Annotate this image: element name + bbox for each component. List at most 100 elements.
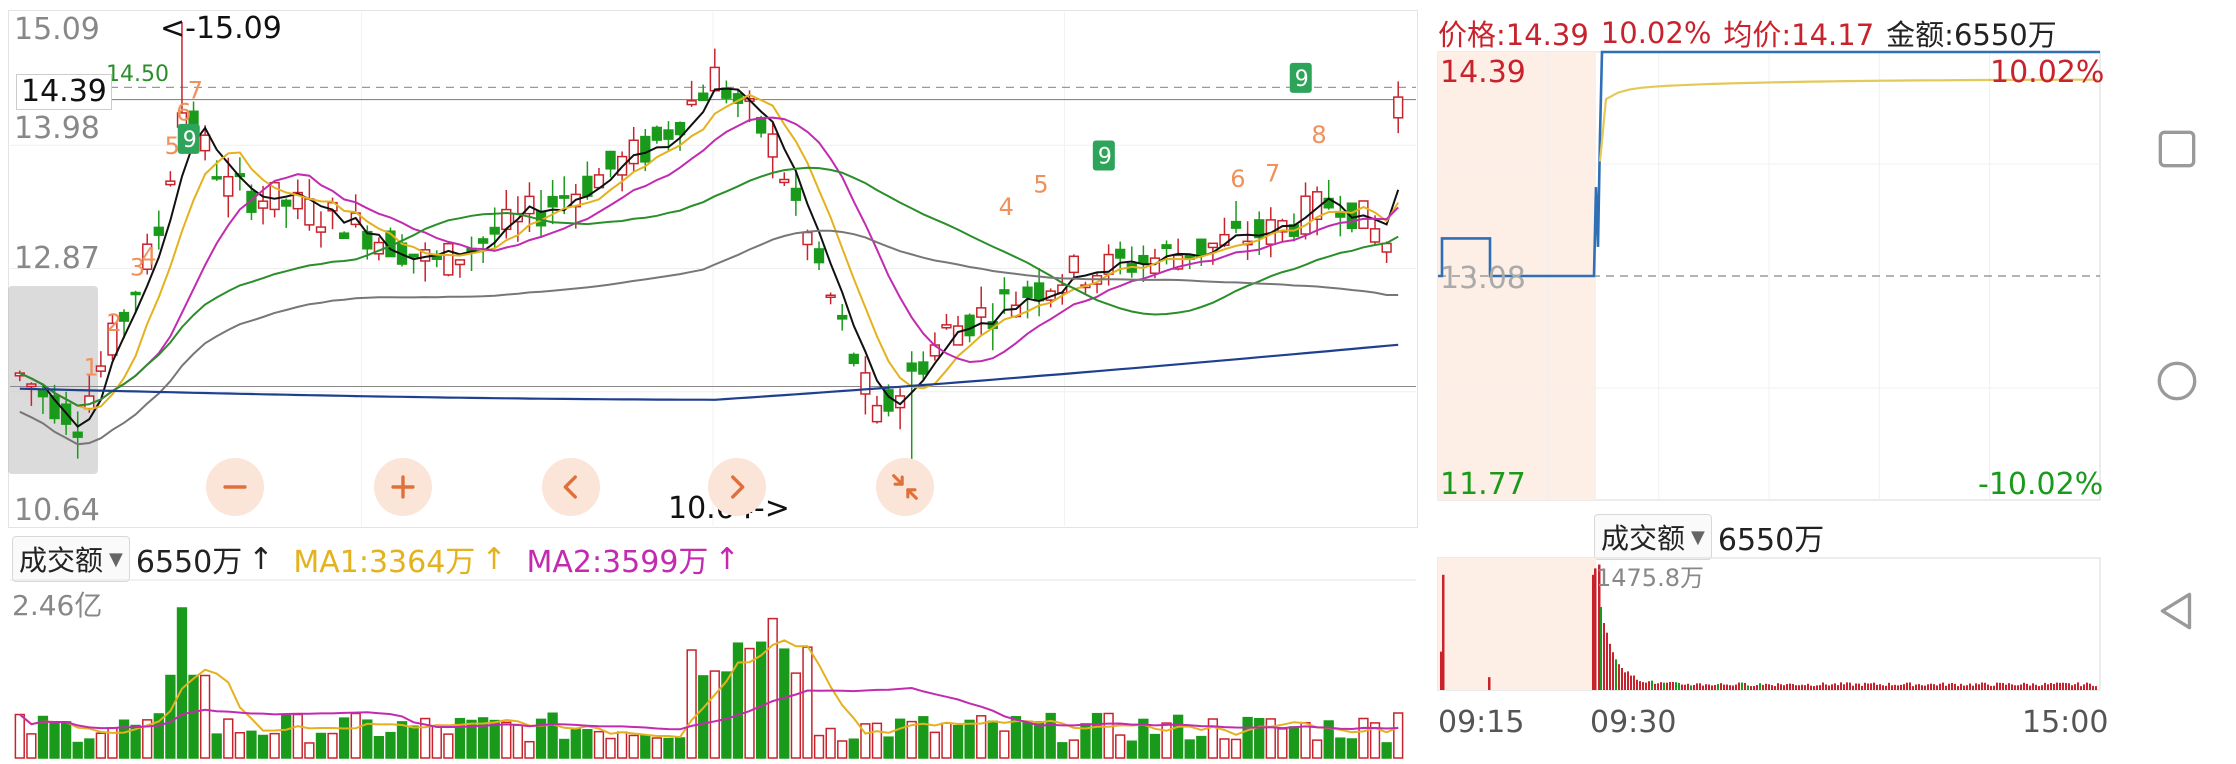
intraday-volume-bar: [1867, 683, 1869, 690]
volume-bar: [1230, 738, 1242, 759]
candle-body: [698, 92, 709, 102]
intraday-volume-bar: [1488, 677, 1491, 690]
intraday-volume-bar: [1765, 683, 1767, 690]
intraday-volume-bar: [1843, 684, 1845, 690]
volume-bar: [1335, 737, 1346, 759]
intraday-volume-bar: [1795, 685, 1797, 690]
zoom-out-button[interactable]: [206, 458, 264, 516]
candle-body: [1161, 244, 1172, 250]
intraday-volume-bar: [1837, 685, 1839, 690]
intraday-volume-bar: [1771, 685, 1773, 690]
intraday-chart[interactable]: [1436, 50, 2102, 510]
volume-bar: [95, 732, 107, 759]
volume-bar: [605, 737, 616, 759]
candle-body: [26, 383, 37, 388]
intraday-base-price: 13.08: [1440, 261, 1526, 296]
intraday-volume-bar: [1621, 667, 1623, 690]
intraday-volume-bar: [1990, 685, 1992, 690]
intraday-volume-chart[interactable]: [1436, 556, 2102, 696]
tag-nine: 9: [1295, 67, 1309, 92]
sequence-tag: 6: [1230, 165, 1245, 193]
intraday-volume-bar: [2050, 683, 2052, 690]
candle-body: [443, 242, 454, 276]
volume-bar: [1161, 722, 1172, 759]
recent-apps-button[interactable]: [2152, 124, 2202, 178]
volume-bar: [1033, 721, 1045, 759]
candle-body: [338, 232, 350, 239]
intraday-volume-bar: [2029, 685, 2031, 690]
intraday-volume-bar: [1936, 685, 1938, 690]
intraday-volume-bar: [2059, 682, 2061, 690]
volume-bar: [234, 732, 246, 759]
volume-bar: [929, 731, 941, 759]
home-button[interactable]: [2152, 356, 2202, 410]
volume-bar: [999, 730, 1010, 759]
intraday-volume-bar: [1825, 684, 1827, 690]
intraday-volume-bar: [1792, 684, 1794, 690]
volume-bar: [674, 737, 686, 759]
volume-bar: [1068, 739, 1080, 759]
volume-chart[interactable]: [0, 578, 1420, 764]
volume-bar: [802, 646, 813, 759]
candle-body: [1022, 286, 1033, 299]
candlestick-chart[interactable]: 123456745 6 78999: [0, 0, 1420, 530]
intraday-volume-bar: [1963, 685, 1965, 690]
intraday-volume-bar: [1666, 682, 1668, 690]
candle-body: [825, 294, 836, 299]
intraday-volume-bar: [2023, 682, 2025, 690]
intraday-volume-bar: [1699, 683, 1701, 690]
candle-body: [1207, 242, 1219, 249]
volume-bar: [60, 721, 72, 759]
volume-bar: [338, 717, 350, 759]
volume-bar: [385, 731, 396, 759]
high-marker: <-15.09: [160, 11, 282, 46]
intraday-volume-bar: [1834, 683, 1836, 690]
volume-bar: [176, 607, 188, 759]
candle-body: [964, 314, 975, 337]
candle-body: [871, 404, 883, 423]
volume-bar: [1300, 721, 1311, 759]
volume-bar: [709, 670, 720, 759]
volume-bar: [1172, 714, 1184, 759]
intraday-volume-bar: [2017, 685, 2019, 690]
candle-body: [674, 121, 686, 136]
intraday-volume-selector[interactable]: 成交额 ▼: [1594, 514, 1712, 560]
intraday-volume-bar: [1741, 682, 1743, 690]
volume-bar: [1126, 740, 1137, 759]
back-button[interactable]: [2152, 586, 2202, 640]
candle-body: [1335, 211, 1346, 218]
intraday-volume-bar: [1678, 682, 1680, 690]
volume-bar: [883, 736, 894, 759]
intraday-volume-bar: [1951, 682, 1953, 690]
intraday-volume-bar: [1759, 683, 1761, 690]
volume-bar: [1010, 716, 1022, 759]
intraday-volume-bar: [1624, 672, 1626, 690]
zoom-in-button[interactable]: [374, 458, 432, 516]
volume-bar: [779, 648, 790, 759]
volume-selector[interactable]: 成交额 ▼: [12, 536, 130, 582]
intraday-volume-bar: [1753, 686, 1755, 690]
intraday-volume-bar: [1882, 685, 1884, 690]
intraday-volume-bar: [2065, 683, 2067, 690]
intraday-volume-bar: [1696, 683, 1698, 690]
intraday-volume-bar: [1804, 685, 1806, 690]
intraday-volume-bar: [1966, 685, 1968, 690]
volume-bar: [1265, 718, 1276, 759]
intraday-bottom-price: 11.77: [1440, 467, 1526, 502]
candle-body: [223, 175, 234, 197]
intraday-volume-bar: [1861, 685, 1863, 690]
collapse-button[interactable]: [876, 458, 934, 516]
intraday-price: 价格:14.39: [1438, 18, 1589, 52]
intraday-volume-bar: [2011, 684, 2013, 690]
intraday-volume-bar: [1648, 681, 1650, 690]
sequence-tag: 5: [1033, 171, 1048, 199]
intraday-volume-bar: [2026, 683, 2028, 690]
intraday-volume-bar: [2041, 685, 2043, 690]
scroll-right-button[interactable]: [708, 458, 766, 516]
volume-bar: [350, 712, 361, 759]
intraday-volume-bar: [1654, 683, 1656, 690]
scroll-left-button[interactable]: [542, 458, 600, 516]
intraday-volume-bar: [1681, 684, 1683, 690]
volume-bar: [871, 722, 883, 759]
intraday-volume-bar: [1723, 684, 1725, 690]
